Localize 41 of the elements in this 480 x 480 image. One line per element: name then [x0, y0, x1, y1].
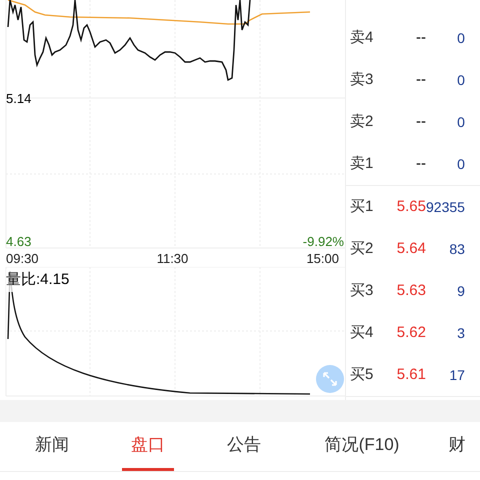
order-level-label: 买1	[350, 196, 374, 217]
order-volume: 17	[448, 366, 465, 384]
low-price-label: 4.63	[6, 233, 32, 251]
order-price: 5.62	[396, 322, 426, 343]
order-volume: 0	[456, 154, 465, 174]
order-volume: 0	[456, 28, 465, 48]
order-price: --	[415, 70, 426, 90]
order-price: --	[415, 28, 426, 48]
order-price: --	[415, 112, 426, 132]
order-volume: 92355	[426, 198, 465, 216]
order-volume: 83	[448, 240, 465, 258]
order-price: 5.63	[396, 280, 426, 301]
order-level-label: 买4	[350, 322, 374, 343]
time-label: 11:30	[156, 252, 188, 265]
order-price: 5.64	[396, 238, 426, 259]
tab[interactable]: 公告	[218, 422, 270, 471]
order-volume: 9	[456, 282, 465, 300]
tab[interactable]: 新闻	[26, 422, 78, 471]
expand-icon	[322, 371, 338, 387]
expand-button[interactable]	[316, 365, 344, 393]
change-percent-label: -9.92%	[302, 233, 344, 251]
tab[interactable]: 盘口	[122, 422, 174, 471]
order-volume: 0	[456, 70, 465, 90]
order-price: 5.65	[396, 196, 426, 217]
price-axis-label: 5.14	[6, 90, 32, 108]
order-level-label: 卖2	[350, 112, 374, 132]
order-level-label: 买3	[350, 280, 374, 301]
order-level-label: 卖3	[350, 70, 374, 90]
time-label: 15:00	[306, 252, 339, 265]
order-level-label: 买5	[350, 364, 374, 385]
order-level-label: 卖4	[350, 28, 374, 48]
order-price: --	[415, 154, 426, 174]
time-label: 09:30	[6, 252, 39, 265]
order-volume: 3	[456, 324, 465, 342]
tab[interactable]: 简况(F10)	[312, 422, 412, 471]
order-price: 5.61	[396, 364, 426, 385]
volume-ratio-label: 量比:4.15	[6, 269, 70, 292]
order-level-label: 买2	[350, 238, 374, 259]
order-volume: 0	[456, 112, 465, 132]
tab[interactable]: 财	[442, 422, 472, 471]
order-level-label: 卖1	[350, 154, 374, 174]
